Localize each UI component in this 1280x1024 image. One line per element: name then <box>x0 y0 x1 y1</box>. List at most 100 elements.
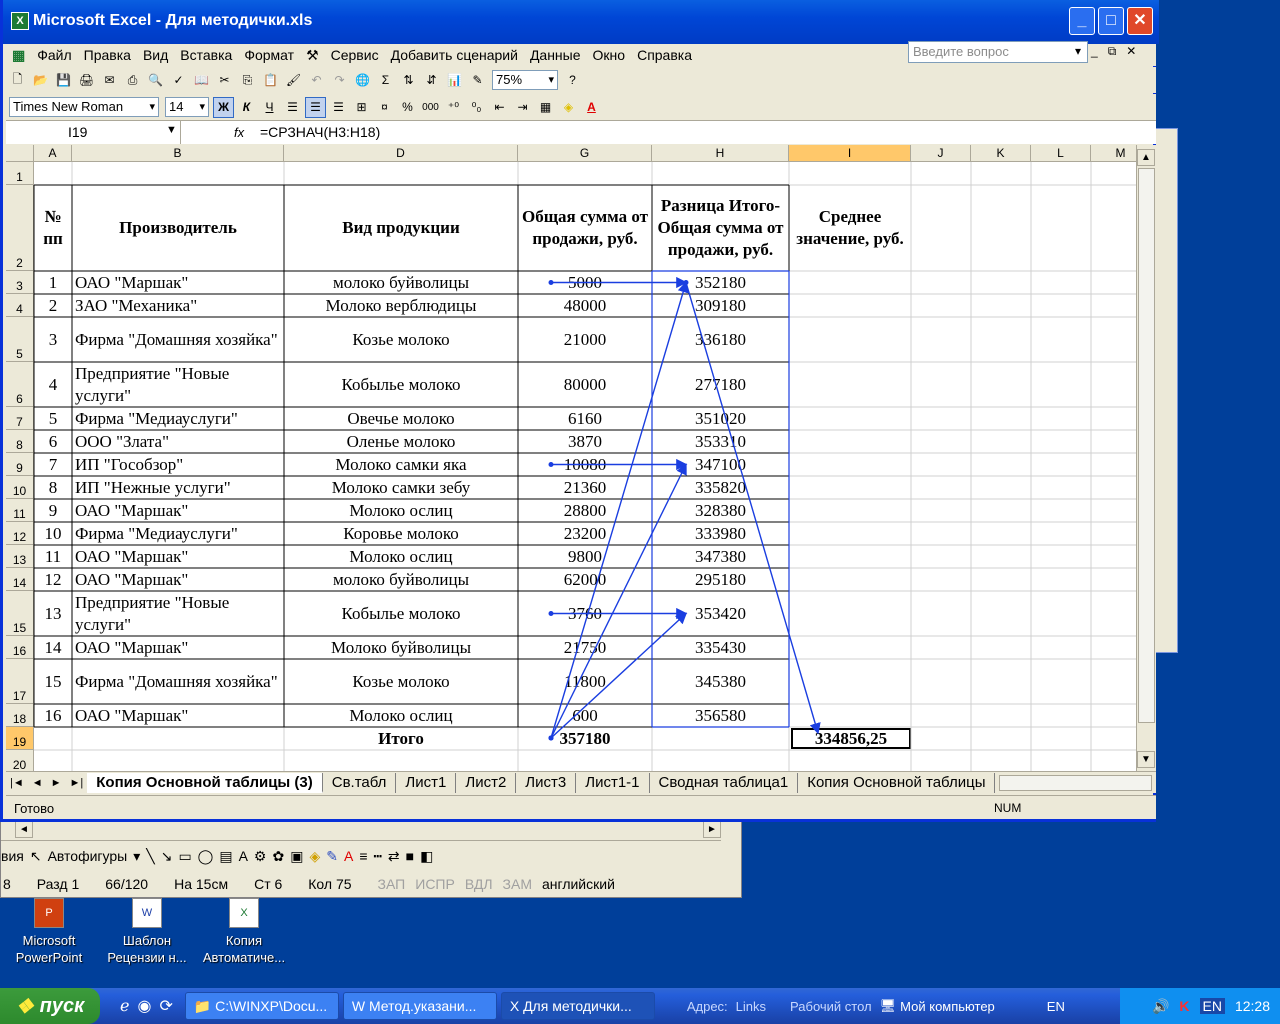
zoom-select[interactable]: 75% <box>492 70 558 90</box>
header-sum[interactable]: Общая сумма от продажи, руб. <box>518 185 652 271</box>
dash-style-icon[interactable]: ┅ <box>373 848 381 865</box>
textbox-icon[interactable]: ▤ <box>219 848 232 865</box>
select-arrow-icon[interactable]: ↖ <box>30 848 42 865</box>
menu-tools[interactable]: Сервис <box>325 47 385 63</box>
outlook-icon[interactable]: ⟳ <box>159 996 172 1016</box>
task-word[interactable]: W Метод.указани... <box>342 992 497 1020</box>
menu-insert[interactable]: Вставка <box>174 47 238 63</box>
column-header-i[interactable]: I <box>789 145 911 162</box>
3d-icon[interactable]: ◧ <box>420 848 433 865</box>
word-draw-menu[interactable]: вия <box>1 848 24 864</box>
fill-color-icon[interactable]: ◈ <box>309 848 320 865</box>
start-button[interactable]: ❖ пуск <box>0 988 100 1024</box>
save-icon[interactable]: 💾 <box>53 70 74 91</box>
product-cell[interactable]: Кобылье молоко <box>284 591 518 636</box>
scroll-right-icon[interactable]: ► <box>703 821 721 838</box>
close-button[interactable]: ✕ <box>1127 7 1153 35</box>
header-num[interactable]: № пп <box>34 185 72 271</box>
sum-cell[interactable]: 10080 <box>518 453 652 476</box>
align-center-icon[interactable]: ☰ <box>305 96 326 118</box>
clipart-icon[interactable]: ✿ <box>272 848 284 865</box>
row-number[interactable]: 6 <box>34 430 72 453</box>
sheet-tab[interactable]: Лист1 <box>396 772 457 793</box>
column-header-a[interactable]: A <box>34 145 72 162</box>
bold-button[interactable]: Ж <box>213 96 234 118</box>
sum-cell[interactable]: 6160 <box>518 407 652 430</box>
font-color-icon[interactable]: A <box>344 848 353 864</box>
sort-asc-icon[interactable]: ⇅ <box>398 70 419 91</box>
maker-cell[interactable]: Фирма "Медиауслуги" <box>72 407 284 430</box>
product-cell[interactable]: Молоко буйволицы <box>284 636 518 659</box>
merge-center-icon[interactable]: ⊞ <box>351 97 372 118</box>
diff-cell[interactable]: 333980 <box>652 522 789 545</box>
maker-cell[interactable]: Фирма "Домашняя хозяйка" <box>72 659 284 704</box>
row-header[interactable]: 13 <box>6 545 34 568</box>
align-left-icon[interactable]: ☰ <box>282 97 303 118</box>
row-number[interactable]: 5 <box>34 407 72 430</box>
row-header[interactable]: 11 <box>6 499 34 522</box>
diff-cell[interactable]: 353420 <box>652 591 789 636</box>
maker-cell[interactable]: ЗАО "Механика" <box>72 294 284 317</box>
row-number[interactable]: 7 <box>34 453 72 476</box>
autosum-icon[interactable]: Σ <box>375 70 396 91</box>
select-all-corner[interactable] <box>6 145 34 162</box>
row-number[interactable]: 8 <box>34 476 72 499</box>
row-header[interactable]: 20 <box>6 750 34 771</box>
sum-cell[interactable]: 23200 <box>518 522 652 545</box>
product-cell[interactable]: молоко буйволицы <box>284 271 518 294</box>
diff-cell[interactable]: 335430 <box>652 636 789 659</box>
row-header[interactable]: 8 <box>6 430 34 453</box>
menu-add-scenario[interactable]: Добавить сценарий <box>385 47 524 63</box>
increase-indent-icon[interactable]: ⇥ <box>512 97 533 118</box>
increase-decimal-icon[interactable]: ⁺⁰ <box>443 97 464 118</box>
arrow-style-icon[interactable]: ⇄ <box>388 848 400 865</box>
diff-cell[interactable]: 336180 <box>652 317 789 362</box>
row-header[interactable]: 7 <box>6 407 34 430</box>
menu-view[interactable]: Вид <box>137 47 174 63</box>
decrease-indent-icon[interactable]: ⇤ <box>489 97 510 118</box>
row-number[interactable]: 2 <box>34 294 72 317</box>
thousands-button[interactable]: 000 <box>420 97 441 118</box>
sum-cell[interactable]: 600 <box>518 704 652 727</box>
product-cell[interactable]: Молоко самки яка <box>284 453 518 476</box>
currency-icon[interactable]: ¤ <box>374 97 395 118</box>
worksheet-grid[interactable]: A B D G H I J K L M 1 2 № пп Производитель Вид продукц… <box>6 145 1136 771</box>
underline-button[interactable]: Ч <box>259 97 280 118</box>
rectangle-icon[interactable]: ▭ <box>178 848 191 865</box>
diff-cell[interactable]: 277180 <box>652 362 789 407</box>
menu-tools-icon[interactable]: ⚒ <box>300 47 325 64</box>
excel-doc-icon[interactable]: ▦ <box>6 47 31 64</box>
scroll-down-icon[interactable]: ▼ <box>1137 751 1155 768</box>
product-cell[interactable]: Молоко ослиц <box>284 499 518 522</box>
column-header-b[interactable]: B <box>72 145 284 162</box>
maker-cell[interactable]: Фирма "Домашняя хозяйка" <box>72 317 284 362</box>
maker-cell[interactable]: Предприятие "Новые услуги" <box>72 362 284 407</box>
menu-data[interactable]: Данные <box>524 47 587 63</box>
diff-cell[interactable]: 295180 <box>652 568 789 591</box>
sum-cell[interactable]: 21750 <box>518 636 652 659</box>
product-cell[interactable]: Кобылье молоко <box>284 362 518 407</box>
product-cell[interactable]: Козье молоко <box>284 659 518 704</box>
diff-cell[interactable]: 309180 <box>652 294 789 317</box>
word-hscroll[interactable]: ◄ ► <box>1 819 721 841</box>
row-number[interactable]: 10 <box>34 522 72 545</box>
row-header[interactable]: 1 <box>6 162 34 185</box>
diff-cell[interactable]: 347100 <box>652 453 789 476</box>
name-box[interactable]: I19 <box>6 121 181 144</box>
total-sum[interactable]: 357180 <box>518 727 652 750</box>
column-header-j[interactable]: J <box>911 145 971 162</box>
line-icon[interactable]: ╲ <box>146 848 154 865</box>
volume-icon[interactable]: 🔊 <box>1152 998 1169 1015</box>
sum-cell[interactable]: 48000 <box>518 294 652 317</box>
diff-cell[interactable]: 353310 <box>652 430 789 453</box>
product-cell[interactable]: Молоко ослиц <box>284 545 518 568</box>
product-cell[interactable]: Оленье молоко <box>284 430 518 453</box>
maker-cell[interactable]: ОАО "Маршак" <box>72 568 284 591</box>
autoshapes-menu[interactable]: Автофигуры <box>48 848 128 864</box>
shadow-icon[interactable]: ■ <box>406 848 414 864</box>
sum-cell[interactable]: 62000 <box>518 568 652 591</box>
fx-icon[interactable]: fx <box>234 125 244 140</box>
first-sheet-icon[interactable]: |◄ <box>6 777 28 789</box>
maker-cell[interactable]: ИП "Гособзор" <box>72 453 284 476</box>
scroll-thumb[interactable] <box>1138 168 1155 723</box>
